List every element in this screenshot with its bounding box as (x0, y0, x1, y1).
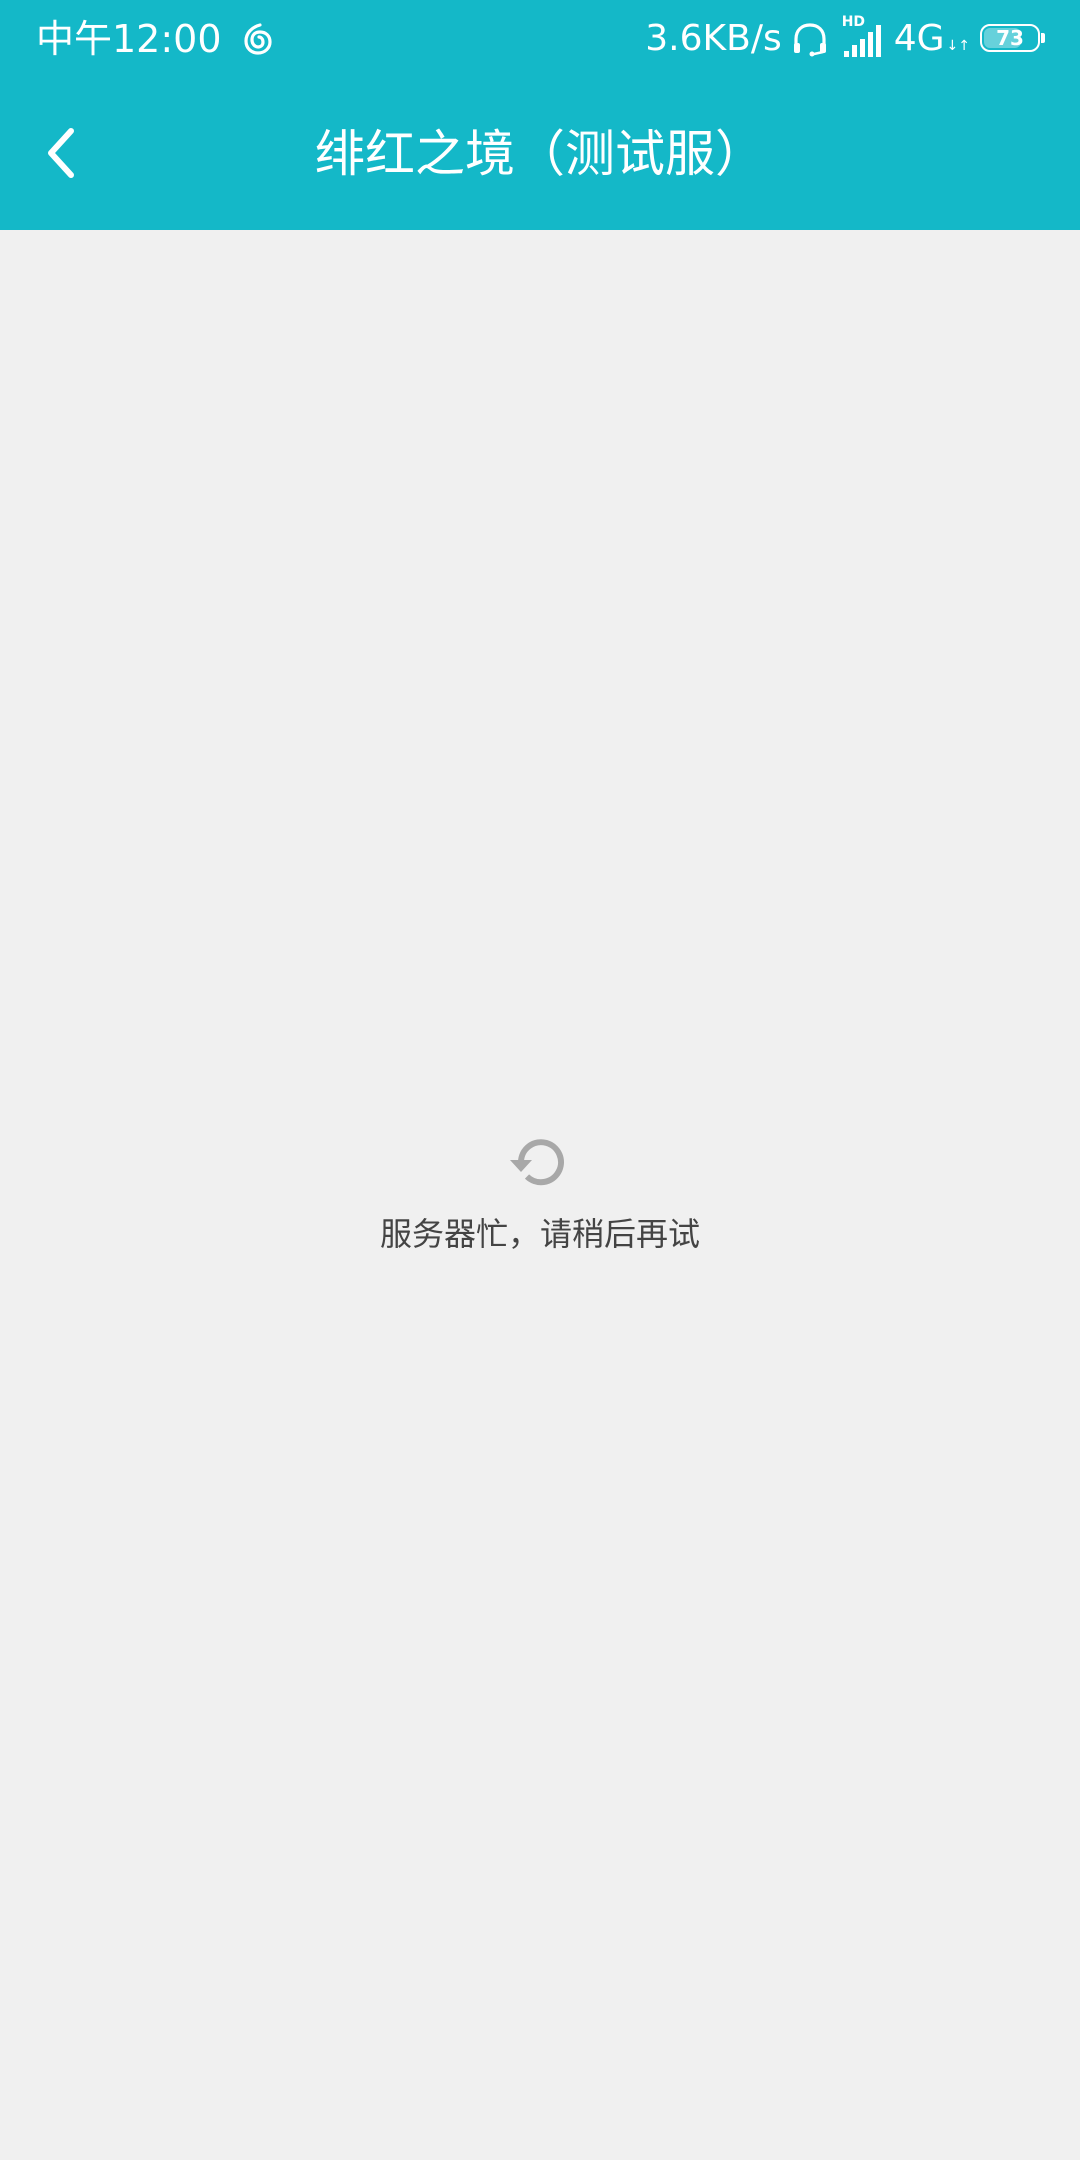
network-type: 4G (893, 18, 945, 59)
network-speed: 3.6KB/s (645, 18, 782, 59)
battery-indicator: 73 (980, 24, 1046, 54)
battery-level: 73 (996, 26, 1024, 50)
app-header: 中午12:00 3.6KB/s HD 4G ↓↑ 73 绯红之境（测试服） (0, 0, 1080, 230)
error-message: 服务器忙，请稍后再试 (379, 1215, 700, 1253)
refresh-button[interactable] (508, 1130, 572, 1194)
headset-icon (793, 23, 826, 57)
battery-tip (1041, 33, 1045, 43)
refresh-icon (510, 1139, 564, 1186)
status-right: 3.6KB/s HD 4G ↓↑ 73 (645, 14, 1046, 64)
error-state: 服务器忙，请稍后再试 (0, 1130, 1080, 1256)
data-activity-arrows: ↓↑ (946, 38, 970, 54)
chevron-left-icon (48, 128, 74, 178)
status-bar: 中午12:00 3.6KB/s HD 4G ↓↑ 73 (0, 0, 1080, 78)
signal-bars-icon (843, 25, 881, 57)
status-time: 中午12:00 (36, 17, 222, 61)
title-bar: 绯红之境（测试服） (0, 78, 1080, 230)
netease-music-icon (243, 23, 272, 55)
back-button[interactable] (26, 118, 96, 188)
status-left: 中午12:00 (36, 14, 276, 64)
cell-signal: HD (842, 15, 886, 59)
page-title: 绯红之境（测试服） (315, 125, 765, 183)
